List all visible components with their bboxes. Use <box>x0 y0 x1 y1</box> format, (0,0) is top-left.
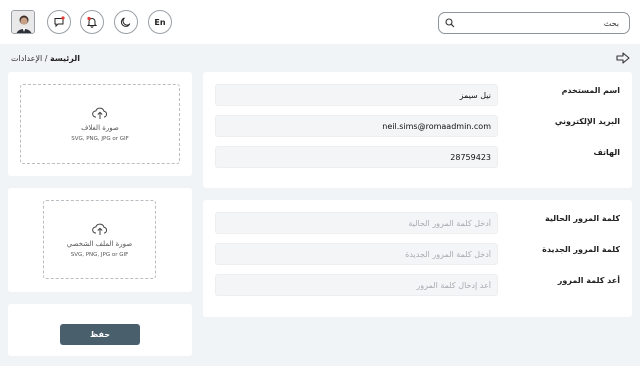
language-label: En <box>154 17 166 27</box>
dark-mode-toggle[interactable] <box>114 10 138 34</box>
new-password-label: كلمة المرور الجديدة <box>542 245 620 254</box>
cover-upload-formats: SVG, PNG, JPG or GIF <box>71 136 129 142</box>
top-bar: En <box>0 0 640 44</box>
profile-upload-dropzone[interactable]: صورة الملف الشخصي SVG, PNG, JPG or GIF <box>43 200 156 279</box>
moon-icon <box>121 17 131 27</box>
language-button[interactable]: En <box>148 10 172 34</box>
cover-upload-card: صورة الغلاف SVG, PNG, JPG or GIF <box>8 72 192 176</box>
breadcrumb-separator: / <box>42 54 51 63</box>
email-field[interactable] <box>215 115 498 137</box>
confirm-password-label: أعد كلمة المرور <box>557 276 620 285</box>
breadcrumb: الرئيسة / الإعدادات <box>11 54 80 63</box>
phone-field[interactable] <box>215 146 498 168</box>
breadcrumb-home[interactable]: الرئيسة <box>50 54 80 63</box>
notifications-button[interactable] <box>80 10 104 34</box>
current-password-field[interactable] <box>215 212 498 234</box>
cloud-upload-icon <box>92 107 108 119</box>
username-label: اسم المستخدم <box>561 86 620 95</box>
new-password-field[interactable] <box>215 243 498 265</box>
profile-upload-formats: SVG, PNG, JPG or GIF <box>70 251 129 258</box>
phone-label: الهاتف <box>593 148 620 157</box>
search-box[interactable] <box>438 12 630 34</box>
user-avatar-image <box>12 11 34 33</box>
bell-icon <box>86 16 98 28</box>
profile-upload-card: صورة الملف الشخصي SVG, PNG, JPG or GIF <box>8 188 192 292</box>
current-password-label: كلمة المرور الحالية <box>544 214 620 223</box>
confirm-password-field[interactable] <box>215 274 498 296</box>
chat-button[interactable] <box>47 10 71 34</box>
email-label: البريد الإلكتروني <box>554 117 620 126</box>
avatar[interactable] <box>11 10 35 34</box>
chat-icon <box>54 16 65 28</box>
search-icon <box>445 18 455 28</box>
cover-upload-dropzone[interactable]: صورة الغلاف SVG, PNG, JPG or GIF <box>20 84 180 164</box>
username-field[interactable] <box>215 84 498 106</box>
cloud-upload-icon <box>91 223 107 235</box>
save-button[interactable]: حفظ <box>60 324 140 345</box>
breadcrumb-current: الإعدادات <box>10 54 43 63</box>
profile-upload-title: صورة الملف الشخصي <box>66 239 133 248</box>
cover-upload-title: صورة الغلاف <box>81 124 119 132</box>
back-arrow-icon[interactable] <box>616 52 630 64</box>
search-input[interactable] <box>457 16 619 31</box>
